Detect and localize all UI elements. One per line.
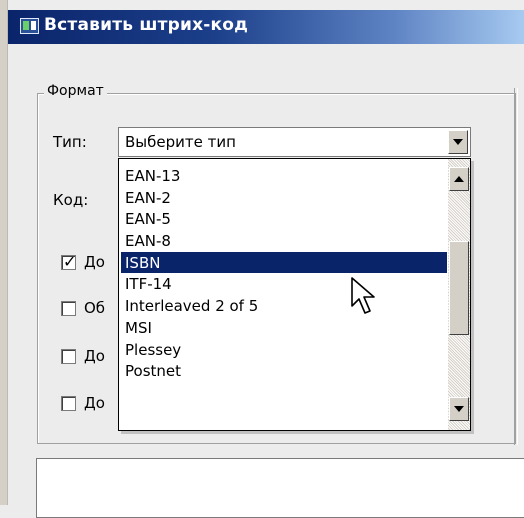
type-label: Тип: — [53, 133, 87, 151]
arrow-pointer-icon — [351, 277, 375, 314]
list-item[interactable]: Postnet — [121, 360, 447, 382]
list-item[interactable]: EAN-5 — [121, 208, 447, 230]
preview-textbox[interactable] — [36, 458, 524, 518]
type-combobox-value: Выберите тип — [125, 133, 236, 151]
combobox-dropdown-button[interactable] — [448, 130, 468, 154]
dropdown-scrollbar[interactable] — [448, 159, 470, 430]
option-checkbox-3[interactable] — [61, 349, 76, 364]
list-item[interactable]: EAN-13 — [121, 165, 447, 187]
list-item[interactable]: Interleaved 2 of 5 — [121, 295, 447, 317]
option-checkbox-1-label: До — [84, 253, 105, 271]
app-barcode-icon — [20, 18, 39, 34]
scrollbar-thumb[interactable] — [449, 241, 469, 335]
type-dropdown-list[interactable]: EAN-13 EAN-2 EAN-5 EAN-8 ISBN ITF-14 Int… — [118, 158, 471, 431]
list-item[interactable]: MSI — [121, 317, 447, 339]
list-item[interactable]: EAN-8 — [121, 230, 447, 252]
list-item-selected[interactable]: ISBN — [121, 251, 447, 274]
option-checkbox-4[interactable] — [61, 396, 76, 411]
window-left-border — [0, 0, 8, 505]
list-item[interactable]: ITF-14 — [121, 273, 447, 295]
title-bar[interactable]: Вставить штрих-код — [7, 10, 524, 44]
type-combobox[interactable]: Выберите тип — [118, 127, 471, 157]
scroll-up-button[interactable] — [449, 167, 469, 191]
right-group-edge — [514, 88, 518, 445]
chevron-up-icon — [454, 176, 464, 182]
window-title: Вставить штрих-код — [44, 15, 249, 35]
dropdown-items: EAN-13 EAN-2 EAN-5 EAN-8 ISBN ITF-14 Int… — [121, 165, 447, 382]
code-label: Код: — [53, 191, 89, 209]
list-item[interactable]: EAN-2 — [121, 187, 447, 209]
chevron-down-icon — [454, 406, 464, 412]
chevron-down-icon — [453, 139, 463, 145]
option-checkbox-1[interactable]: ✓ — [61, 252, 77, 271]
option-checkbox-2[interactable] — [61, 301, 76, 316]
checkmark-icon: ✓ — [63, 252, 77, 271]
option-checkbox-3-label: До — [84, 347, 105, 365]
scroll-down-button[interactable] — [449, 397, 469, 421]
option-checkbox-4-label: До — [84, 394, 105, 412]
format-group-title: Формат — [44, 83, 107, 99]
list-item[interactable]: Plessey — [121, 339, 447, 361]
option-checkbox-2-label: Об — [84, 299, 106, 317]
